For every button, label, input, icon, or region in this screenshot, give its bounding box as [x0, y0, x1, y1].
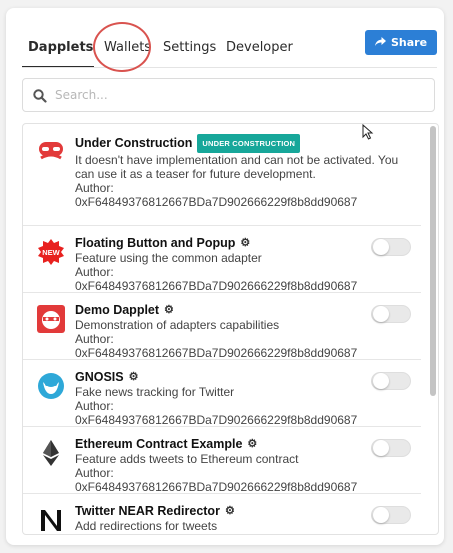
dapplet-list-frame: Under Construction UNDER CONSTRUCTION It… — [22, 123, 439, 535]
svg-text:NEW: NEW — [42, 248, 60, 257]
dapplet-list: Under Construction UNDER CONSTRUCTION It… — [23, 124, 421, 534]
dapplet-description: Fake news tracking for Twitter — [75, 385, 235, 399]
author-address: 0xF64849376812667BDa7D902666229f8b8dd906… — [75, 195, 358, 209]
near-icon — [37, 506, 65, 534]
toggle-knob — [373, 373, 389, 389]
dapplet-item-gnosis: GNOSIS ⚙ Fake news tracking for Twitter … — [23, 360, 421, 427]
dapplet-title: Demo Dapplet — [75, 303, 160, 317]
dapplet-toggle[interactable] — [371, 506, 411, 524]
dapplet-item-floating-button: NEW Floating Button and Popup ⚙ Feature … — [23, 226, 421, 293]
dapplet-title: Floating Button and Popup — [75, 236, 236, 250]
toggle-knob — [373, 440, 389, 456]
author-label: Author: — [75, 181, 114, 195]
tab-divider — [22, 67, 437, 68]
search-input[interactable] — [53, 87, 417, 103]
dapplet-description: It doesn't have implementation and can n… — [75, 153, 399, 181]
author-label: Author: — [75, 466, 114, 480]
gear-icon[interactable]: ⚙ — [240, 236, 250, 251]
author-address: 0xF64849376812667BDa7D902666229f8b8dd906… — [75, 279, 358, 293]
under-construction-icon — [37, 136, 65, 164]
dapplet-description: Feature adds tweets to Ethereum contract — [75, 452, 299, 466]
toggle-knob — [373, 239, 389, 255]
author-address: 0xF64849376812667BDa7D902666229f8b8dd906… — [75, 346, 358, 360]
dapplet-title: Ethereum Contract Example — [75, 437, 243, 451]
demo-dapplet-icon — [37, 305, 65, 333]
tab-settings[interactable]: Settings — [163, 40, 216, 55]
gnosis-owl-icon — [37, 372, 65, 400]
dapplet-item-twitter-near: Twitter NEAR Redirector ⚙ Add redirectio… — [23, 494, 421, 534]
toggle-knob — [373, 507, 389, 523]
share-icon — [374, 36, 386, 49]
dapplet-description: Add redirections for tweets — [75, 519, 218, 533]
author-address: 0xF64849376812667BDa7D902666229f8b8dd906… — [75, 413, 358, 427]
tab-dapplets[interactable]: Dapplets — [28, 40, 93, 55]
gear-icon[interactable]: ⚙ — [225, 504, 235, 519]
mouse-cursor-icon — [362, 123, 374, 140]
gear-icon[interactable]: ⚙ — [164, 303, 174, 318]
list-scrollbar[interactable] — [430, 126, 436, 532]
search-box — [22, 78, 435, 112]
author-address: 0xF64849376812667BDa7D902666229f8b8dd906… — [75, 480, 358, 494]
ethereum-icon — [37, 439, 65, 467]
dapplet-item-demo: Demo Dapplet ⚙ Demonstration of adapters… — [23, 293, 421, 360]
dapplet-toggle[interactable] — [371, 305, 411, 323]
search-icon — [33, 88, 47, 103]
share-label: Share — [390, 36, 428, 49]
toggle-knob — [373, 306, 389, 322]
share-button[interactable]: Share — [365, 30, 437, 55]
wallets-highlight-circle — [93, 22, 151, 72]
gear-icon[interactable]: ⚙ — [129, 370, 139, 385]
dapplet-toggle[interactable] — [371, 439, 411, 457]
dapplet-title: Under Construction — [75, 136, 193, 150]
dapplet-item-ethereum-contract: Ethereum Contract Example ⚙ Feature adds… — [23, 427, 421, 494]
gear-icon[interactable]: ⚙ — [247, 437, 257, 452]
dapplets-panel: Dapplets Wallets Settings Developer Shar… — [6, 8, 444, 545]
dapplet-title: Twitter NEAR Redirector — [75, 504, 220, 518]
author-label: Author: — [75, 265, 114, 279]
dapplet-description: Feature using the common adapter — [75, 251, 262, 265]
dapplet-toggle[interactable] — [371, 372, 411, 390]
dapplet-toggle[interactable] — [371, 238, 411, 256]
tab-developer[interactable]: Developer — [226, 40, 293, 55]
under-construction-badge: UNDER CONSTRUCTION — [197, 134, 301, 153]
author-label: Author: — [75, 332, 114, 346]
new-badge-icon: NEW — [37, 238, 65, 266]
dapplet-description: Demonstration of adapters capabilities — [75, 318, 280, 332]
author-label: Author: — [75, 399, 114, 413]
scrollbar-thumb[interactable] — [430, 126, 436, 396]
dapplet-title: GNOSIS — [75, 370, 124, 384]
